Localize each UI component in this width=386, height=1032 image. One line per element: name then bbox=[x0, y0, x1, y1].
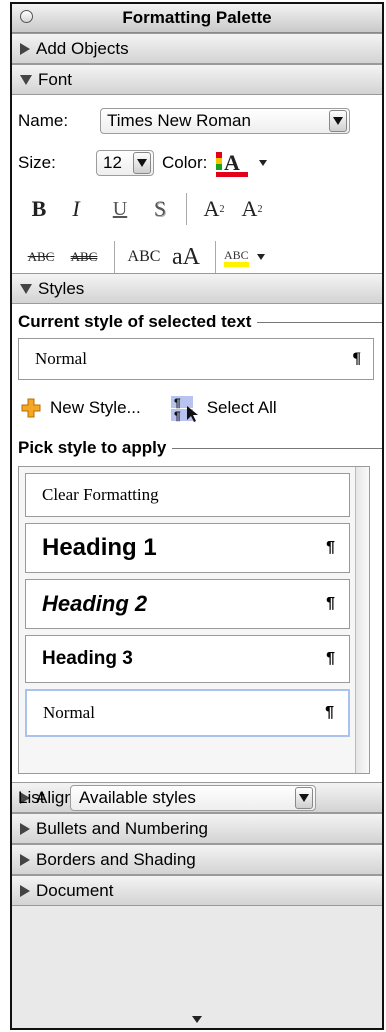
current-style-heading: Current style of selected text bbox=[12, 304, 382, 334]
style-list[interactable]: Clear Formatting Heading 1 ¶ Heading 2 ¶… bbox=[18, 466, 370, 774]
style-label: Heading 2 bbox=[42, 591, 148, 616]
chevron-down-icon bbox=[256, 254, 265, 260]
shadow-button[interactable]: S bbox=[142, 196, 178, 222]
disclosure-collapsed-icon bbox=[20, 42, 30, 55]
section-add-objects[interactable]: Add Objects bbox=[12, 33, 382, 64]
underline-button[interactable]: U bbox=[98, 198, 142, 221]
current-style-value: Normal bbox=[35, 349, 87, 368]
section-label: Add Objects bbox=[36, 38, 129, 58]
new-style-label: New Style... bbox=[50, 398, 141, 417]
list-item[interactable]: Clear Formatting bbox=[25, 473, 350, 517]
chevron-down-icon bbox=[192, 1015, 202, 1023]
pilcrow-icon: ¶ bbox=[326, 595, 335, 612]
select-all-button[interactable]: ¶ ¶ Select All bbox=[169, 394, 277, 422]
highlight-icon: ABC bbox=[224, 248, 249, 267]
current-style-heading-label: Current style of selected text bbox=[18, 312, 252, 331]
svg-text:¶: ¶ bbox=[174, 409, 181, 422]
list-select[interactable]: Available styles bbox=[70, 785, 316, 811]
pilcrow-icon: ¶ bbox=[326, 650, 335, 667]
subscript-letter: A bbox=[241, 196, 258, 221]
list-value: Available styles bbox=[79, 788, 196, 807]
font-color-icon: A bbox=[216, 150, 249, 177]
style-label: Clear Formatting bbox=[42, 485, 159, 504]
current-style-box: Normal ¶ bbox=[18, 338, 374, 380]
pilcrow-icon: ¶ bbox=[352, 350, 361, 367]
chevron-down-icon bbox=[259, 160, 268, 166]
strikethrough-button[interactable]: ABC bbox=[20, 249, 62, 265]
window-title: Formatting Palette bbox=[122, 8, 272, 27]
section-label: Document bbox=[36, 880, 114, 900]
title-bar: Formatting Palette bbox=[12, 4, 382, 33]
pilcrow-icon: ¶ bbox=[325, 704, 334, 721]
list-item[interactable]: Normal ¶ bbox=[25, 689, 350, 737]
chevron-down-icon bbox=[133, 152, 151, 174]
styles-pane: Current style of selected text Normal ¶ … bbox=[12, 304, 382, 811]
new-style-button[interactable]: New Style... bbox=[20, 397, 141, 419]
svg-text:¶: ¶ bbox=[174, 396, 181, 410]
section-styles[interactable]: Styles bbox=[12, 273, 382, 304]
toolbar-divider bbox=[215, 241, 216, 273]
list-item[interactable]: Heading 1 ¶ bbox=[25, 523, 350, 573]
chevron-down-icon bbox=[329, 110, 347, 132]
style-label: Normal bbox=[43, 703, 95, 722]
font-size-label: Size: bbox=[18, 153, 56, 172]
section-label: Font bbox=[38, 69, 73, 89]
formatting-palette: Formatting Palette Add Objects Font Name… bbox=[10, 2, 384, 1030]
scrollbar[interactable] bbox=[355, 467, 369, 773]
bold-button[interactable]: B bbox=[24, 196, 54, 222]
section-label: Borders and Shading bbox=[36, 849, 196, 869]
small-caps-button[interactable]: ABC bbox=[123, 248, 165, 266]
section-borders[interactable]: Borders and Shading bbox=[12, 844, 382, 875]
disclosure-expanded-icon bbox=[20, 74, 32, 85]
svg-text:A: A bbox=[224, 150, 240, 175]
superscript-button[interactable]: A2 bbox=[195, 196, 233, 222]
list-item[interactable]: Heading 2 ¶ bbox=[25, 579, 350, 629]
section-label: Bullets and Numbering bbox=[36, 818, 208, 838]
palette-more-button[interactable] bbox=[12, 1010, 382, 1028]
font-pane: Name: Times New Roman Size: 12 Color: A bbox=[12, 95, 382, 273]
list-item[interactable]: Heading 3 ¶ bbox=[25, 635, 350, 683]
divider bbox=[257, 321, 382, 323]
toolbar-divider bbox=[186, 193, 187, 225]
add-plus-icon bbox=[21, 398, 41, 418]
change-case-icon: aA bbox=[172, 243, 200, 270]
highlight-label: ABC bbox=[224, 248, 249, 267]
section-bullets[interactable]: Bullets and Numbering bbox=[12, 813, 382, 844]
select-all-label: Select All bbox=[206, 398, 277, 417]
disclosure-collapsed-icon bbox=[20, 822, 30, 835]
section-document[interactable]: Document bbox=[12, 875, 382, 906]
subscript-mark: 2 bbox=[257, 203, 263, 215]
disclosure-collapsed-icon bbox=[20, 853, 30, 866]
section-label: Styles bbox=[38, 278, 85, 298]
font-color-label: Color: bbox=[162, 153, 208, 172]
toolbar-divider bbox=[114, 241, 115, 273]
font-name-select[interactable]: Times New Roman bbox=[100, 108, 350, 134]
select-all-icon: ¶ ¶ bbox=[170, 396, 198, 422]
superscript-letter: A bbox=[203, 196, 220, 221]
chevron-down-icon bbox=[295, 787, 313, 809]
subscript-button[interactable]: A2 bbox=[233, 196, 271, 222]
pilcrow-icon: ¶ bbox=[326, 539, 335, 556]
disclosure-expanded-icon bbox=[20, 283, 32, 294]
section-font[interactable]: Font bbox=[12, 64, 382, 95]
divider bbox=[172, 447, 382, 449]
font-size-select[interactable]: 12 bbox=[96, 150, 154, 176]
pick-style-heading: Pick style to apply bbox=[12, 424, 382, 460]
change-case-button[interactable]: aA bbox=[165, 244, 207, 271]
font-color-button[interactable]: A bbox=[215, 148, 268, 178]
list-label: List bbox=[18, 788, 45, 807]
style-label: Heading 1 bbox=[42, 534, 157, 561]
highlight-button[interactable]: ABC bbox=[224, 248, 265, 267]
font-size-value: 12 bbox=[103, 153, 122, 172]
font-name-label: Name: bbox=[18, 111, 69, 130]
font-name-value: Times New Roman bbox=[107, 111, 251, 130]
pick-style-heading-label: Pick style to apply bbox=[18, 438, 167, 457]
italic-button[interactable]: I bbox=[54, 196, 98, 222]
close-button[interactable] bbox=[20, 10, 33, 23]
double-strikethrough-button[interactable]: ABC bbox=[62, 249, 106, 265]
superscript-mark: 2 bbox=[219, 203, 225, 215]
style-label: Heading 3 bbox=[42, 648, 133, 669]
disclosure-collapsed-icon bbox=[20, 884, 30, 897]
